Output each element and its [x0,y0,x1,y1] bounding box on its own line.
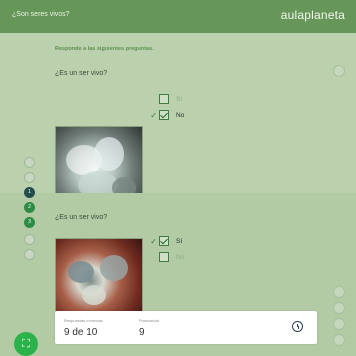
quiz-content: Responde a las siguientes preguntas. ¿Es… [0,33,356,356]
nav-dot-active[interactable]: 1 [24,187,35,198]
activity-title: ¿Son seres vivos? [12,11,70,18]
question-2-option-yes[interactable]: ✓ Sí [147,236,182,246]
side-button[interactable] [333,334,345,346]
question-1-option-yes[interactable]: Sí [147,94,182,104]
question-2-option-no[interactable]: No [147,252,184,262]
fullscreen-button[interactable]: ⛶ [14,332,38,356]
nav-dot[interactable] [24,172,35,183]
nav-dot[interactable]: 3 [24,217,35,228]
nav-dot[interactable] [24,157,35,168]
correct-check-icon: ✓ [150,110,157,120]
nav-dot[interactable]: 2 [24,202,35,213]
nav-dot[interactable] [24,249,35,260]
question-1-option-no[interactable]: ✓ No [147,110,184,120]
question-1-option-no-label: No [176,111,185,119]
nav-dot[interactable] [24,234,35,245]
side-button[interactable] [333,302,345,314]
question-1-text: ¿Es un ser vivo? [55,70,108,77]
question-1-checkbox-no[interactable] [159,110,169,120]
question-2-option-yes-label: Sí [176,237,183,245]
side-button[interactable] [333,65,345,77]
question-2-text: ¿Es un ser vivo? [55,214,108,221]
correct-check-icon: ✓ [150,236,157,246]
brand-logo: aulaplaneta [280,8,345,22]
question-1-checkbox-yes[interactable] [159,94,169,104]
question-2-checkbox-no[interactable] [159,252,169,262]
fullscreen-icon: ⛶ [22,337,30,350]
question-1-section: Responde a las siguientes preguntas. ¿Es… [0,33,356,214]
points-label: Puntuación [139,318,160,323]
question-1-option-yes-label: Sí [176,95,183,103]
side-button[interactable] [333,318,345,330]
correct-answers-value: 9 de 10 [64,327,98,338]
side-button[interactable] [333,286,345,298]
instruction-text: Responde a las siguientes preguntas. [55,46,154,52]
clock-icon[interactable] [292,321,303,332]
question-2-checkbox-yes[interactable] [159,236,169,246]
app-header: ¿Son seres vivos? aulaplaneta [0,0,356,33]
points-value: 9 [139,327,145,338]
score-panel: Respuestas correctas 9 de 10 Puntuación … [55,311,317,344]
question-2-image [55,238,143,316]
question-2-option-no-label: No [176,253,185,261]
correct-answers-label: Respuestas correctas [64,318,103,323]
